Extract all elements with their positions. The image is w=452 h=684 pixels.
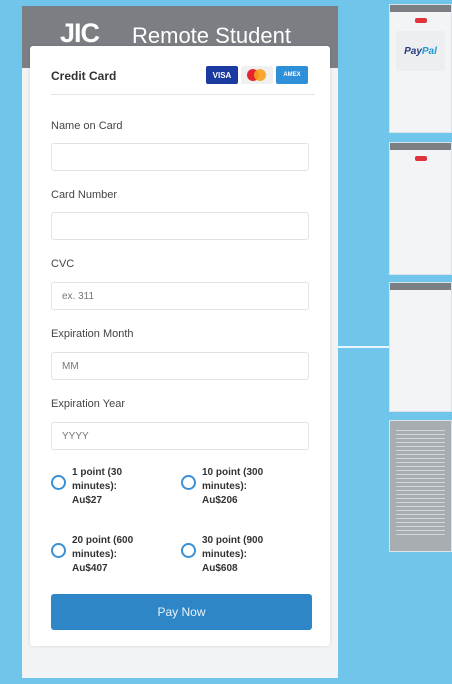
card-brands: VISA AMEX <box>206 66 308 84</box>
paypal-logo: Pay Pal <box>396 31 445 71</box>
payment-screen: JIC Remote Student Credit Card VISA AMEX… <box>22 6 338 678</box>
option-label: 1 point (30 <box>72 467 123 478</box>
pay-now-button[interactable]: Pay Now <box>51 594 312 630</box>
cvc-label: CVC <box>51 258 75 270</box>
paypal-thumbnail: Pay Pal <box>389 4 452 133</box>
radio-button[interactable] <box>181 475 196 490</box>
option-20-point[interactable]: 20 point (600 minutes): Au$407 <box>51 534 147 576</box>
option-1-point[interactable]: 1 point (30 minutes): Au$27 <box>51 466 147 508</box>
option-price: Au$608 <box>202 563 238 574</box>
card-number-input[interactable] <box>51 212 309 240</box>
option-price: Au$206 <box>202 495 238 506</box>
connector-line <box>338 346 390 348</box>
divider <box>51 94 315 95</box>
jic-logo: JIC <box>60 18 100 48</box>
option-price: Au$27 <box>72 495 103 506</box>
year-input[interactable] <box>51 422 309 450</box>
visa-icon: VISA <box>206 66 238 84</box>
option-label: minutes): <box>72 481 117 492</box>
credit-card-form: Credit Card VISA AMEX Name on Card Card … <box>30 46 330 646</box>
option-30-point[interactable]: 30 point (900 minutes): Au$608 <box>181 534 277 576</box>
option-price: Au$407 <box>72 563 108 574</box>
amex-icon: AMEX <box>276 66 308 84</box>
cvc-input[interactable] <box>51 282 309 310</box>
credit-card-title: Credit Card <box>51 69 117 83</box>
radio-button[interactable] <box>51 475 66 490</box>
radio-button[interactable] <box>181 543 196 558</box>
form-thumbnail <box>389 282 452 412</box>
terms-thumbnail <box>389 420 452 552</box>
option-label: 30 point (900 <box>202 535 264 546</box>
year-label: Expiration Year <box>51 398 125 410</box>
radio-button[interactable] <box>51 543 66 558</box>
options-thumbnail <box>389 142 452 275</box>
name-input[interactable] <box>51 143 309 171</box>
option-label: 10 point (300 <box>202 467 264 478</box>
mastercard-icon <box>241 66 273 84</box>
card-number-label: Card Number <box>51 189 118 201</box>
option-label: minutes): <box>202 549 247 560</box>
month-label: Expiration Month <box>51 328 134 340</box>
option-label: 20 point (600 <box>72 535 134 546</box>
option-10-point[interactable]: 10 point (300 minutes): Au$206 <box>181 466 277 508</box>
option-label: minutes): <box>202 481 247 492</box>
name-label: Name on Card <box>51 120 123 132</box>
option-label: minutes): <box>72 549 117 560</box>
month-input[interactable] <box>51 352 309 380</box>
